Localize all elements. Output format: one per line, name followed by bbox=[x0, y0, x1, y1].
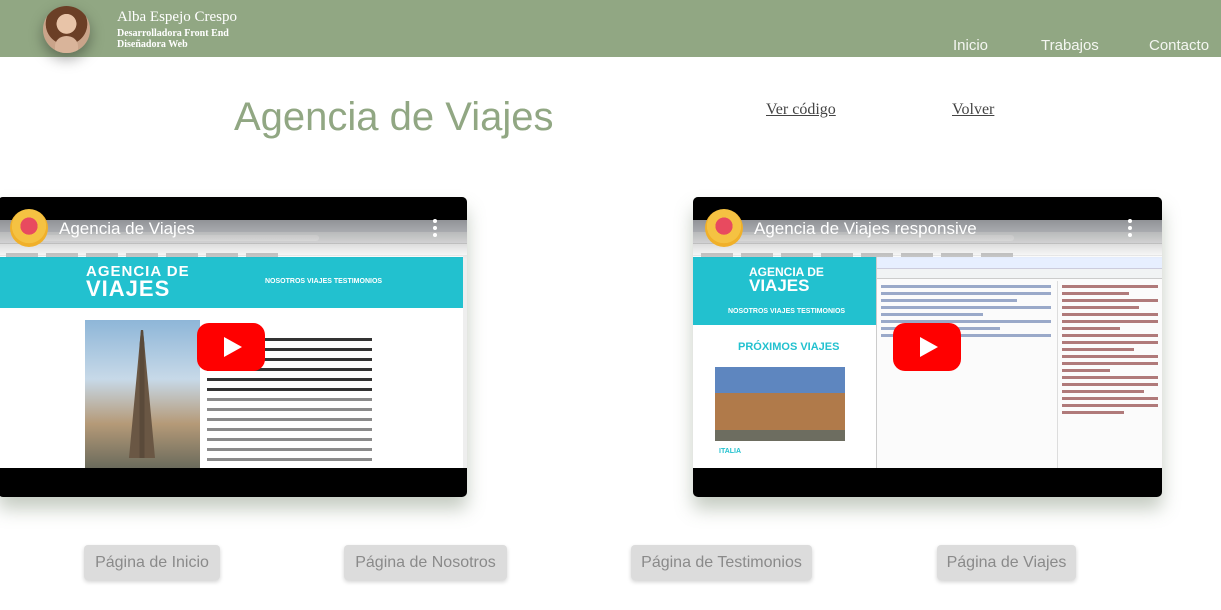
site-logo: AGENCIA DE VIAJES bbox=[749, 265, 824, 295]
home-page-button[interactable]: Página de Inicio bbox=[84, 545, 220, 580]
eiffel-tower-image bbox=[85, 320, 200, 468]
more-options-icon[interactable] bbox=[433, 219, 437, 237]
youtube-play-icon[interactable] bbox=[893, 323, 961, 371]
trips-page-button[interactable]: Página de Viajes bbox=[937, 545, 1076, 580]
video-player-responsive[interactable]: AGENCIA DE VIAJES NOSOTROS VIAJES TESTIM… bbox=[693, 197, 1162, 497]
brand-name: Alba Espejo Crespo bbox=[117, 9, 237, 25]
video-title-bar: Agencia de Viajes responsive bbox=[693, 197, 1162, 259]
site-nav: NOSOTROS VIAJES TESTIMONIOS bbox=[265, 278, 383, 285]
site-header: Alba Espejo Crespo Desarrolladora Front … bbox=[0, 0, 1221, 57]
view-code-link[interactable]: Ver código bbox=[766, 101, 836, 119]
nav-contacto[interactable]: Contacto bbox=[1149, 37, 1209, 54]
avatar bbox=[43, 6, 90, 53]
country-label: ITALIA bbox=[719, 448, 742, 455]
nav-trabajos[interactable]: Trabajos bbox=[1041, 37, 1099, 54]
site-nav: NOSOTROS VIAJES TESTIMONIOS bbox=[728, 308, 846, 315]
brand-role-frontend: Desarrolladora Front End bbox=[117, 28, 229, 39]
brand-role-designer: Diseñadora Web bbox=[117, 39, 188, 50]
nav-inicio[interactable]: Inicio bbox=[953, 37, 988, 54]
video-title[interactable]: Agencia de Viajes bbox=[59, 219, 195, 239]
video-title-bar: Agencia de Viajes bbox=[0, 197, 467, 259]
scrollbar bbox=[463, 256, 467, 468]
youtube-play-icon[interactable] bbox=[197, 323, 265, 371]
about-page-button[interactable]: Página de Nosotros bbox=[344, 545, 507, 580]
channel-avatar-icon[interactable] bbox=[705, 209, 743, 247]
section-heading: PRÓXIMOS VIAJES bbox=[738, 341, 840, 353]
testimonials-page-button[interactable]: Página de Testimonios bbox=[631, 545, 812, 580]
colosseum-image bbox=[715, 367, 845, 441]
site-logo: AGENCIA DE VIAJES bbox=[86, 263, 190, 301]
back-link[interactable]: Volver bbox=[952, 101, 994, 119]
video-title[interactable]: Agencia de Viajes responsive bbox=[754, 219, 977, 239]
video-player-agencia[interactable]: AGENCIA DE VIAJES NOSOTROS VIAJES TESTIM… bbox=[0, 197, 467, 497]
site-hero-mobile: AGENCIA DE VIAJES NOSOTROS VIAJES TESTIM… bbox=[693, 257, 876, 325]
channel-avatar-icon[interactable] bbox=[10, 209, 48, 247]
more-options-icon[interactable] bbox=[1128, 219, 1132, 237]
site-hero: AGENCIA DE VIAJES NOSOTROS VIAJES TESTIM… bbox=[0, 257, 463, 308]
page-title: Agencia de Viajes bbox=[234, 95, 554, 139]
